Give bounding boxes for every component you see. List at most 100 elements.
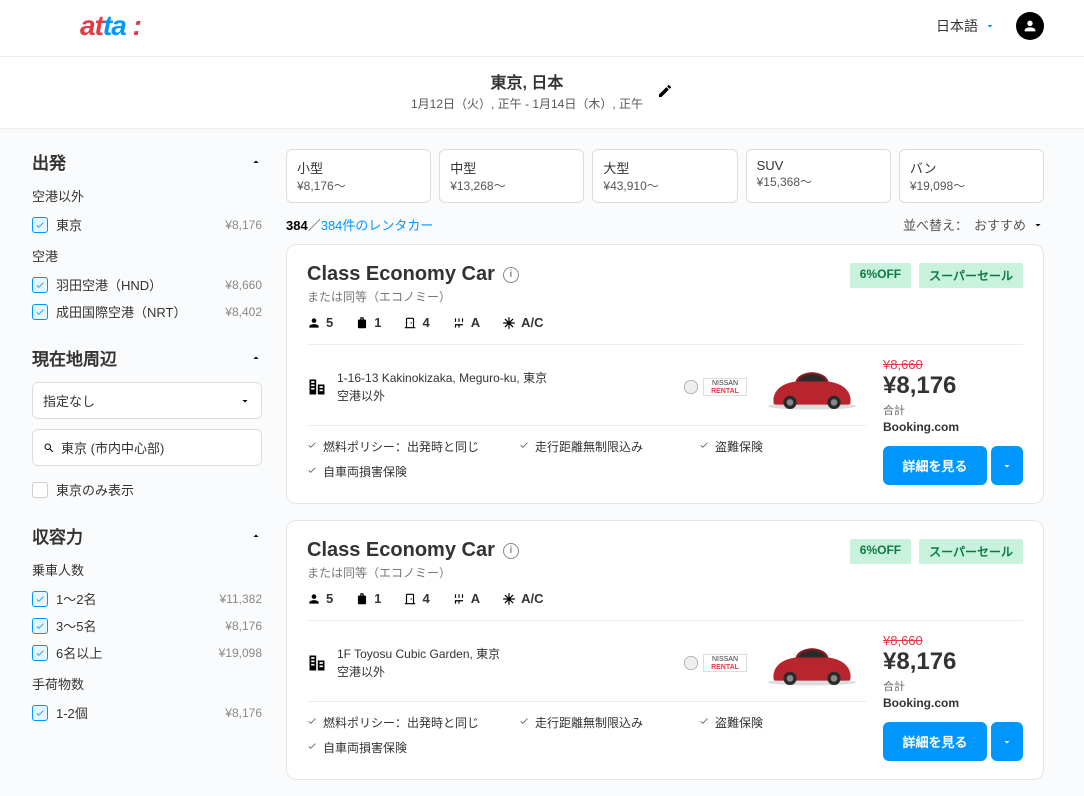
language-label: 日本語	[936, 16, 978, 36]
location-input[interactable]: 東京 (市内中心部)	[32, 429, 262, 466]
bag-icon	[355, 592, 369, 606]
pickup-location: 1F Toyosu Cubic Garden, 東京空港以外	[337, 645, 500, 681]
person-icon	[307, 316, 321, 330]
feature-item: 自車両損害保険	[307, 739, 447, 756]
filter-label: 6名以上	[56, 643, 102, 662]
old-price: ¥8,660	[883, 357, 1023, 372]
provider-name: Booking.com	[883, 696, 1023, 710]
car-image	[757, 357, 867, 417]
details-dropdown-button[interactable]	[991, 446, 1023, 485]
filter-location-header[interactable]: 現在地周辺	[32, 345, 262, 370]
checkbox-tokyo-only[interactable]	[32, 482, 48, 498]
user-icon	[1022, 18, 1038, 34]
info-icon[interactable]: i	[503, 267, 519, 283]
person-icon	[307, 592, 321, 606]
filter-price: ¥8,176	[225, 218, 262, 232]
door-icon	[403, 592, 417, 606]
pickup-location: 1-16-13 Kakinokizaka, Meguro-ku, 東京空港以外	[337, 369, 547, 405]
filter-label: 東京	[56, 215, 82, 234]
feature-item: 燃料ポリシー：出発時と同じ	[307, 714, 479, 731]
edit-icon[interactable]	[657, 83, 673, 99]
check-icon	[307, 440, 317, 450]
logo[interactable]: atta :	[80, 10, 141, 42]
chevron-down-icon	[1032, 219, 1044, 231]
car-specs: 5 1 4 A A/C	[307, 591, 1023, 606]
main-content: 小型¥8,176〜中型¥13,268〜大型¥43,910〜SUV¥15,368〜…	[286, 149, 1044, 796]
checkbox-bag[interactable]	[32, 705, 48, 721]
chevron-down-icon	[984, 20, 996, 32]
details-button[interactable]: 詳細を見る	[883, 446, 987, 485]
transmission-icon	[452, 592, 466, 606]
car-subtitle: または同等（エコノミー）	[307, 564, 519, 581]
door-icon	[403, 316, 417, 330]
chevron-up-icon	[250, 352, 262, 364]
ac-icon	[502, 592, 516, 606]
details-dropdown-button[interactable]	[991, 722, 1023, 761]
checkbox-dep[interactable]	[32, 217, 48, 233]
sort-selector[interactable]: 並べ替え： おすすめ	[903, 215, 1044, 234]
filter-label: 1〜2名	[56, 589, 96, 608]
result-card: Class Economy Car i または同等（エコノミー） 6%OFFスー…	[286, 244, 1044, 504]
checkbox-pax[interactable]	[32, 618, 48, 634]
price: ¥8,176	[883, 648, 1023, 676]
promo-badge: スーパーセール	[919, 263, 1023, 288]
filter-label: 羽田空港（HND）	[56, 275, 162, 294]
promo-badge: 6%OFF	[850, 539, 911, 564]
user-avatar[interactable]	[1016, 12, 1044, 40]
price: ¥8,176	[883, 372, 1023, 400]
feature-item: 走行距離無制限込み	[519, 714, 659, 731]
transmission-icon	[452, 316, 466, 330]
category-tab[interactable]: 中型¥13,268〜	[439, 149, 584, 203]
language-selector[interactable]: 日本語	[936, 16, 996, 36]
search-summary: 東京, 日本 1月12日（火）, 正午 - 1月14日（木）, 正午	[0, 57, 1084, 129]
car-image	[757, 633, 867, 693]
search-location: 東京, 日本	[411, 69, 643, 93]
filter-departure-header[interactable]: 出発	[32, 149, 262, 174]
category-tab[interactable]: SUV¥15,368〜	[746, 149, 891, 203]
capacity-sub-pax: 乗車人数	[32, 560, 262, 579]
price-total-label: 合計	[883, 402, 1023, 418]
checkbox-pax[interactable]	[32, 591, 48, 607]
checkbox-pax[interactable]	[32, 645, 48, 661]
filter-price: ¥8,176	[225, 619, 262, 633]
check-icon	[699, 716, 709, 726]
old-price: ¥8,660	[883, 633, 1023, 648]
tokyo-only-label: 東京のみ表示	[56, 480, 134, 499]
ac-icon	[502, 316, 516, 330]
car-specs: 5 1 4 A A/C	[307, 315, 1023, 330]
feature-item: 燃料ポリシー：出発時と同じ	[307, 438, 479, 455]
filter-capacity-header[interactable]: 収容力	[32, 523, 262, 548]
promo-badge: 6%OFF	[850, 263, 911, 288]
header: atta : 日本語	[0, 0, 1084, 57]
details-button[interactable]: 詳細を見る	[883, 722, 987, 761]
info-icon[interactable]: i	[503, 543, 519, 559]
result-card: Class Economy Car i または同等（エコノミー） 6%OFF スー…	[286, 520, 1044, 780]
checkbox-dep[interactable]	[32, 304, 48, 320]
filter-label: 成田国際空港（NRT）	[56, 302, 186, 321]
filter-price: ¥8,402	[225, 305, 262, 319]
bag-icon	[355, 316, 369, 330]
filter-price: ¥8,660	[225, 278, 262, 292]
filter-label: 1-2個	[56, 703, 88, 722]
filter-price: ¥11,382	[220, 592, 263, 606]
check-icon	[699, 440, 709, 450]
checkbox-dep[interactable]	[32, 277, 48, 293]
car-title: Class Economy Car i	[307, 263, 519, 286]
vendor-logo: NISSANRENTAL	[683, 378, 747, 396]
results-total-link[interactable]: 384件のレンタカー	[321, 218, 434, 233]
sidebar: 出発 空港以外 東京¥8,176 空港 羽田空港（HND）¥8,660成田国際空…	[32, 149, 262, 796]
car-title: Class Economy Car i	[307, 539, 519, 562]
check-icon	[519, 440, 529, 450]
chevron-down-icon	[239, 395, 251, 407]
promo-badge: スーパーセール	[919, 539, 1023, 564]
check-icon	[519, 716, 529, 726]
vendor-logo: NISSANRENTAL	[683, 654, 747, 672]
location-select[interactable]: 指定なし	[32, 382, 262, 419]
filter-price: ¥8,176	[225, 706, 262, 720]
feature-item: 走行距離無制限込み	[519, 438, 659, 455]
feature-item: 自車両損害保険	[307, 463, 447, 480]
departure-sub-nonairport: 空港以外	[32, 186, 262, 205]
category-tab[interactable]: 大型¥43,910〜	[592, 149, 737, 203]
category-tab[interactable]: バン¥19,098〜	[899, 149, 1044, 203]
category-tab[interactable]: 小型¥8,176〜	[286, 149, 431, 203]
